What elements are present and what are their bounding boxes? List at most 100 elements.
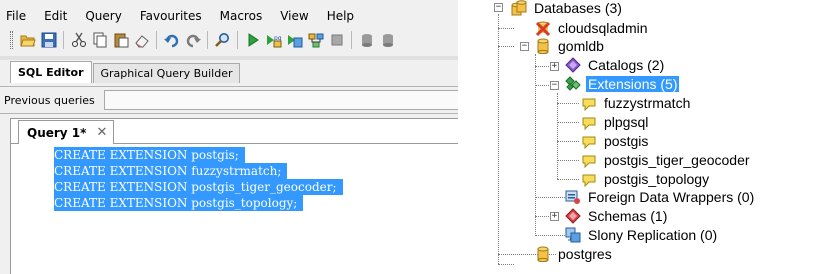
tree-node-label: gomldb <box>558 38 604 54</box>
menu-query[interactable]: Query <box>71 9 125 23</box>
tree-node-label: Catalogs (2) <box>588 57 665 73</box>
previous-queries-bar: Previous queries <box>0 86 458 114</box>
tree-connector <box>498 28 514 29</box>
tab-graphical-query-builder[interactable]: Graphical Query Builder <box>92 63 241 83</box>
menu-edit[interactable]: Edit <box>30 9 71 23</box>
tree-node-extension-item[interactable]: postgis_tiger_geocoder <box>580 151 752 169</box>
tree-node-label: cloudsqladmin <box>558 20 648 36</box>
tree-node-extension-item[interactable]: plpgsql <box>580 113 650 131</box>
database-error-icon <box>534 20 552 36</box>
tree-node-label: Extensions (5) <box>586 76 680 92</box>
databases-icon <box>510 0 528 16</box>
tree-node-label: postgis <box>604 133 649 149</box>
tree-node-slony-replication[interactable]: Slony Replication (0) <box>564 226 719 244</box>
extension-icon <box>580 133 598 149</box>
expand-icon[interactable]: + <box>550 62 559 71</box>
open-icon[interactable] <box>18 30 37 50</box>
pane-divider <box>458 0 480 274</box>
tree-node-foreign-data-wrappers[interactable]: Foreign Data Wrappers (0) <box>564 188 756 206</box>
schemas-icon <box>564 208 582 224</box>
tree-node-label: Databases (3) <box>534 0 622 16</box>
expand-icon[interactable]: + <box>550 212 559 221</box>
find-icon[interactable] <box>213 30 232 50</box>
toolbar-separator <box>156 31 157 49</box>
database-icon <box>534 38 552 54</box>
tree-node-extension-item[interactable]: postgis_topology <box>580 170 711 188</box>
code-line: CREATE EXTENSION postgis_tiger_geocoder; <box>54 179 343 195</box>
cut-icon[interactable] <box>69 30 88 50</box>
toolbar-separator <box>237 31 238 49</box>
toolbar-separator <box>351 31 352 49</box>
collapse-icon[interactable]: − <box>550 81 559 90</box>
tree-connector <box>557 160 579 161</box>
tree-node-label: Slony Replication (0) <box>588 227 718 243</box>
menu-bar: File Edit Query Favourites Macros View H… <box>0 6 358 26</box>
tree-node-extensions[interactable]: Extensions (5) <box>564 75 680 93</box>
copy-icon[interactable] <box>90 30 109 50</box>
redo-icon[interactable] <box>183 30 202 50</box>
previous-queries-label: Previous queries <box>4 94 95 107</box>
previous-queries-dropdown[interactable] <box>104 90 458 110</box>
collapse-icon[interactable]: − <box>520 42 529 51</box>
tree-connector <box>535 54 536 236</box>
catalogs-icon <box>564 57 582 73</box>
object-browser-tree: − − + − + Databases (3) cloudsqladmin go… <box>480 0 826 274</box>
execute-to-file-icon[interactable] <box>285 30 304 50</box>
code-line: CREATE EXTENSION postgis_topology; <box>54 195 304 211</box>
menu-macros[interactable]: Macros <box>206 9 267 23</box>
undo-icon[interactable] <box>162 30 181 50</box>
tree-node-label: postgis_tiger_geocoder <box>604 152 750 168</box>
tree-connector <box>498 264 514 265</box>
foreign-data-wrappers-icon <box>564 189 582 205</box>
collapse-icon[interactable]: − <box>494 3 503 12</box>
tab-sql-editor[interactable]: SQL Editor <box>10 61 92 83</box>
query-tab[interactable]: Query 1* ✕ <box>18 120 115 144</box>
toolbar-separator <box>63 31 64 49</box>
tree-connector <box>557 103 579 104</box>
menu-help[interactable]: Help <box>313 9 358 23</box>
menu-view[interactable]: View <box>266 9 312 23</box>
tree-node-schemas[interactable]: Schemas (1) <box>564 207 669 225</box>
query-tab-title: Query 1* <box>27 125 87 140</box>
tree-node-gomldb[interactable]: gomldb <box>534 37 606 55</box>
tree-node-label: postgis_topology <box>604 171 710 187</box>
extension-icon <box>580 114 598 130</box>
slony-replication-icon <box>564 227 582 243</box>
editor-mode-tabs: SQL Editor Graphical Query Builder <box>10 61 241 83</box>
commit-icon[interactable] <box>357 30 376 50</box>
query-tool-pane: File Edit Query Favourites Macros View H… <box>0 0 458 274</box>
tree-connector <box>557 122 579 123</box>
tree-connector <box>498 46 514 47</box>
tree-node-databases[interactable]: Databases (3) <box>510 0 624 17</box>
tree-node-label: plpgsql <box>604 114 649 130</box>
eraser-icon[interactable] <box>132 30 151 50</box>
execute-pgscript-icon[interactable]: pg <box>264 30 283 50</box>
tree-node-cloudsqladmin[interactable]: cloudsqladmin <box>534 19 650 37</box>
save-icon[interactable] <box>39 30 58 50</box>
close-icon[interactable]: ✕ <box>96 125 107 140</box>
menu-file[interactable]: File <box>0 9 30 23</box>
tree-node-extension-item[interactable]: postgis <box>580 132 650 150</box>
rollback-icon[interactable] <box>378 30 397 50</box>
tree-node-postgres[interactable]: postgres <box>534 245 614 263</box>
tree-node-catalogs[interactable]: Catalogs (2) <box>564 56 666 74</box>
tree-connector <box>498 14 499 264</box>
code-line: CREATE EXTENSION postgis; <box>54 147 245 163</box>
extension-icon <box>580 95 598 111</box>
tree-node-label: fuzzystrmatch <box>604 95 691 111</box>
tree-node-label: postgres <box>558 246 612 262</box>
extension-icon <box>580 152 598 168</box>
toolbar: pg <box>0 28 458 52</box>
toolbar-grip[interactable] <box>10 31 13 49</box>
code-line: CREATE EXTENSION fuzzystrmatch; <box>54 163 288 179</box>
tree-node-extension-item[interactable]: fuzzystrmatch <box>580 94 692 112</box>
tree-node-label: Foreign Data Wrappers (0) <box>588 189 755 205</box>
tree-node-label: Schemas (1) <box>588 208 668 224</box>
paste-icon[interactable] <box>111 30 130 50</box>
sql-code-area[interactable]: CREATE EXTENSION postgis; CREATE EXTENSI… <box>54 147 343 211</box>
tree-connector <box>557 141 579 142</box>
stop-icon[interactable] <box>327 30 346 50</box>
menu-favourites[interactable]: Favourites <box>126 9 206 23</box>
execute-icon[interactable] <box>243 30 262 50</box>
explain-icon[interactable] <box>306 30 325 50</box>
